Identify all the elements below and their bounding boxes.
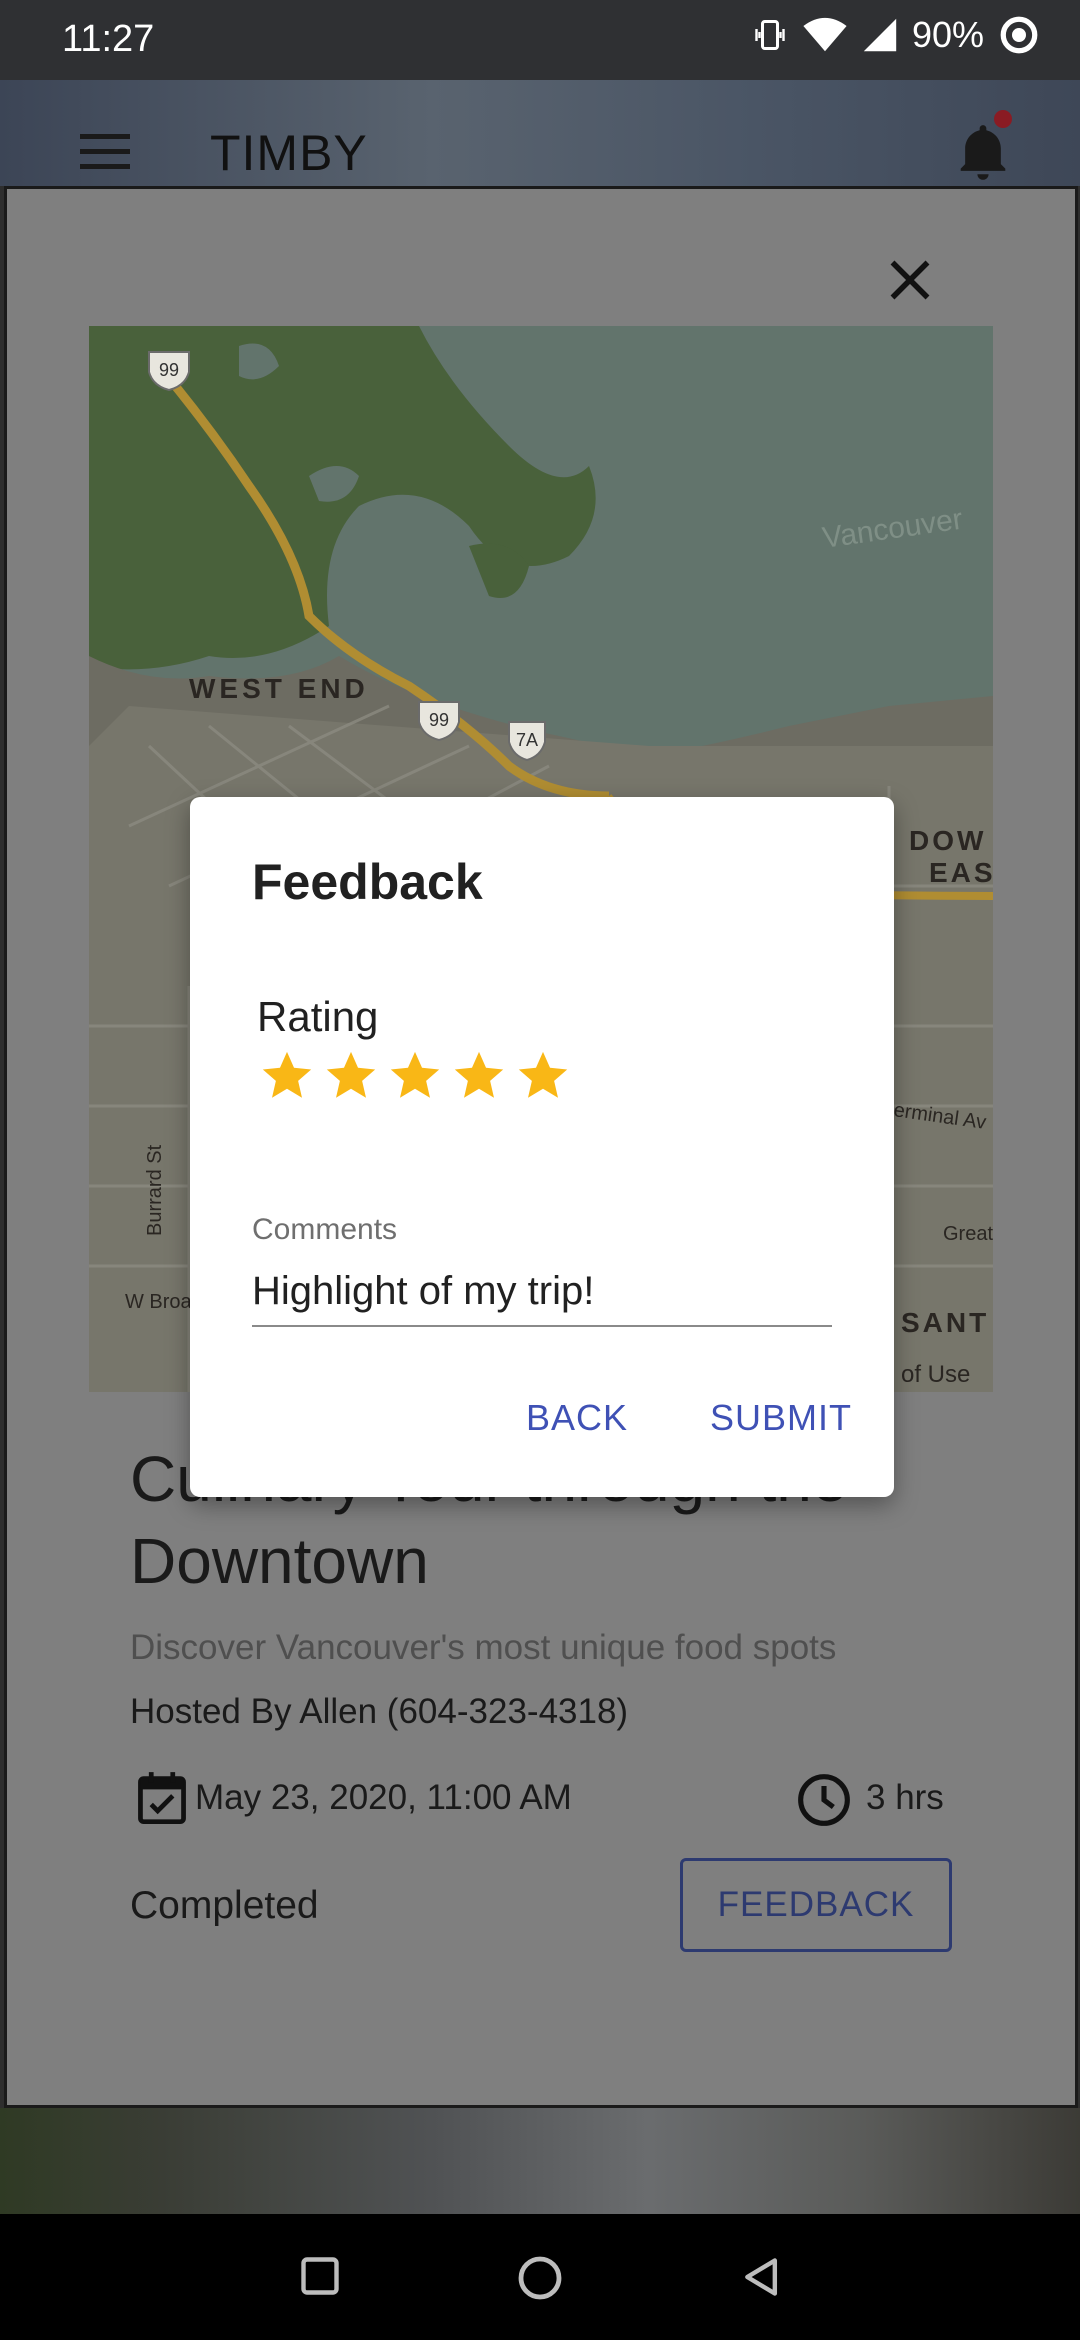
app-bar: TIMBY — [0, 80, 1080, 186]
tour-duration: 3 hrs — [866, 1778, 944, 1817]
comments-input[interactable] — [252, 1257, 832, 1327]
battery-level: 90% — [911, 14, 984, 55]
comments-label: Comments — [252, 1213, 398, 1246]
wifi-icon — [803, 17, 847, 52]
recents-icon[interactable] — [298, 2254, 342, 2298]
map-label-w-broadway: W Broa — [125, 1291, 193, 1313]
map-label-downtown-east: DOW — [909, 825, 986, 856]
map-terms-link[interactable]: of Use — [901, 1361, 970, 1388]
signal-icon — [863, 18, 897, 52]
notification-dot — [994, 110, 1012, 128]
status-bar: 11:27 90% — [0, 0, 1080, 80]
tour-date: May 23, 2020, 11:00 AM — [195, 1778, 572, 1817]
svg-text:7A: 7A — [516, 730, 538, 750]
dialog-title: Feedback — [252, 854, 483, 910]
menu-icon[interactable] — [80, 134, 130, 170]
navigation-bar — [0, 2214, 1080, 2340]
tour-subtitle: Discover Vancouver's most unique food sp… — [130, 1628, 837, 1667]
vibrate-icon — [755, 20, 785, 50]
rating-label: Rating — [257, 993, 379, 1040]
notification-bell-icon[interactable] — [956, 124, 1010, 182]
feedback-dialog: Feedback Rating Comments BACK SUBMIT — [190, 797, 894, 1497]
feedback-button[interactable]: FEEDBACK — [680, 1858, 952, 1952]
star-rating[interactable] — [258, 1047, 572, 1105]
map-label-downtown-east-2: EAS — [929, 857, 993, 888]
star-icon[interactable] — [386, 1047, 444, 1105]
map-label-burrard: Burrard St — [144, 1144, 166, 1236]
back-icon[interactable] — [740, 2254, 784, 2300]
clock-icon — [798, 1774, 850, 1826]
star-icon[interactable] — [514, 1047, 572, 1105]
close-icon[interactable] — [880, 250, 940, 310]
star-icon[interactable] — [322, 1047, 380, 1105]
submit-button[interactable]: SUBMIT — [710, 1397, 852, 1439]
tour-host: Hosted By Allen (604-323-4318) — [130, 1692, 629, 1731]
home-icon[interactable] — [516, 2254, 564, 2302]
map-label-west-end: WEST END — [189, 673, 369, 704]
status-time: 11:27 — [62, 18, 155, 60]
star-icon[interactable] — [258, 1047, 316, 1105]
tour-status: Completed — [130, 1884, 319, 1927]
next-card-preview — [0, 2108, 1080, 2214]
star-icon[interactable] — [450, 1047, 508, 1105]
map-label-great: Great — [943, 1223, 993, 1245]
svg-text:99: 99 — [159, 360, 179, 380]
calendar-check-icon — [138, 1772, 186, 1825]
map-label-sant: SANT — [901, 1307, 989, 1338]
status-icons: 90% — [752, 14, 1040, 56]
svg-text:99: 99 — [429, 710, 449, 730]
battery-saver-icon — [1000, 16, 1038, 54]
app-title: TIMBY — [210, 125, 368, 181]
back-button[interactable]: BACK — [526, 1397, 628, 1439]
